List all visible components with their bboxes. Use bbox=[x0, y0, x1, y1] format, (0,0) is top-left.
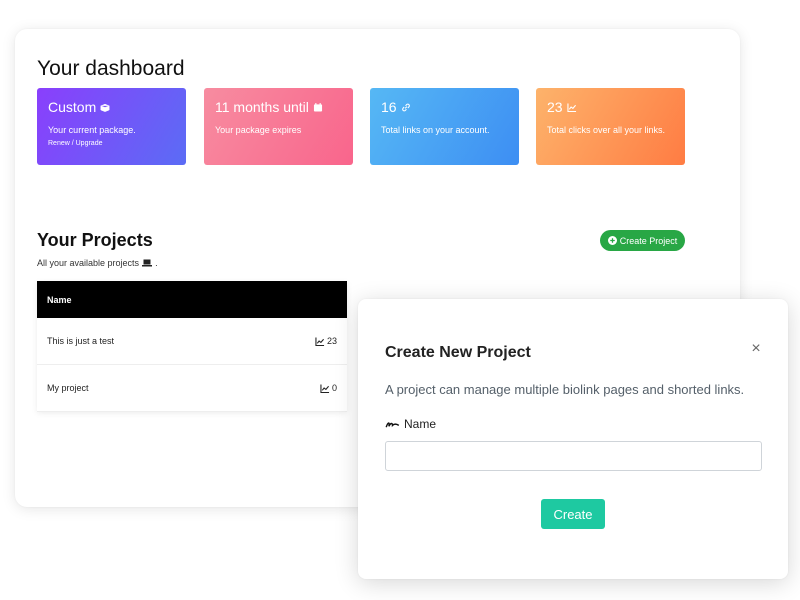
stat-links: 16 Total links on your account. bbox=[370, 88, 519, 165]
chart-icon bbox=[320, 383, 330, 393]
stat-package-label: Your current package. bbox=[48, 125, 136, 135]
close-icon[interactable]: × bbox=[749, 341, 763, 357]
box-icon bbox=[100, 103, 110, 112]
create-project-button[interactable]: Create Project bbox=[600, 230, 685, 251]
projects-subtitle-suffix: . bbox=[155, 258, 158, 268]
projects-subtitle-text: All your available projects bbox=[37, 258, 140, 268]
stat-expiry-value: 11 months until bbox=[215, 99, 309, 115]
stat-expiry: 11 months until Your package expires bbox=[204, 88, 353, 165]
projects-table: Name This is just a test 23 My project 0 bbox=[37, 281, 347, 412]
plus-circle-icon bbox=[607, 236, 617, 245]
project-name[interactable]: My project bbox=[47, 383, 89, 393]
laptop-icon bbox=[142, 259, 153, 267]
name-label-text: Name bbox=[404, 417, 437, 431]
stat-clicks: 23 Total clicks over all your links. bbox=[536, 88, 685, 165]
stat-clicks-value: 23 bbox=[547, 99, 563, 115]
dashboard-title: Your dashboard bbox=[37, 57, 185, 80]
stat-package: Custom Your current package. Renew / Upg… bbox=[37, 88, 186, 165]
project-clicks-value: 23 bbox=[326, 336, 337, 346]
table-header-name: Name bbox=[47, 294, 72, 305]
modal-title: Create New Project bbox=[385, 344, 531, 361]
renew-upgrade-link[interactable]: Renew / Upgrade bbox=[48, 140, 175, 147]
create-project-modal: Create New Project × A project can manag… bbox=[358, 299, 788, 579]
project-clicks: 23 bbox=[315, 336, 337, 346]
stat-package-value: Custom bbox=[48, 99, 97, 115]
table-row[interactable]: My project 0 bbox=[37, 365, 347, 412]
link-icon bbox=[401, 103, 410, 111]
create-button[interactable]: Create bbox=[541, 499, 605, 529]
table-row[interactable]: This is just a test 23 bbox=[37, 318, 347, 365]
name-input[interactable] bbox=[385, 441, 762, 471]
projects-title: Your Projects bbox=[37, 230, 153, 250]
stat-clicks-label: Total clicks over all your links. bbox=[547, 125, 666, 135]
project-clicks: 0 bbox=[320, 383, 337, 393]
project-clicks-value: 0 bbox=[331, 383, 337, 393]
name-label: Name bbox=[385, 417, 436, 431]
chart-icon bbox=[566, 102, 576, 112]
projects-subtitle: All your available projects . bbox=[37, 258, 158, 268]
stat-links-value: 16 bbox=[381, 99, 397, 115]
table-header: Name bbox=[37, 281, 347, 318]
modal-description: A project can manage multiple biolink pa… bbox=[385, 382, 745, 397]
chart-icon bbox=[315, 336, 325, 346]
create-project-label: Create Project bbox=[619, 235, 678, 246]
stat-expiry-label: Your package expires bbox=[215, 125, 302, 135]
signature-icon bbox=[385, 421, 400, 427]
stat-links-label: Total links on your account. bbox=[381, 125, 490, 135]
project-name[interactable]: This is just a test bbox=[47, 336, 114, 346]
calendar-icon bbox=[313, 102, 322, 112]
